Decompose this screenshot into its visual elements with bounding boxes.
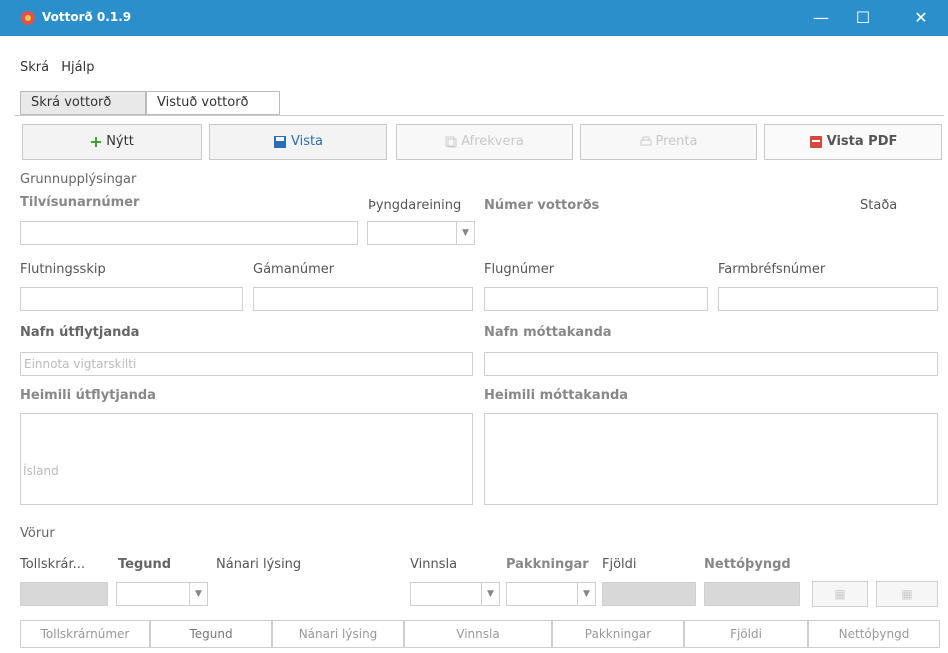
processing-label: Vinnsla bbox=[410, 557, 458, 572]
delete-row-button[interactable]: ▦ bbox=[876, 581, 938, 607]
exporter-address-textarea[interactable]: Ísland bbox=[20, 413, 473, 505]
ship-input[interactable] bbox=[20, 287, 243, 311]
flight-input[interactable] bbox=[484, 287, 708, 311]
menu-file[interactable]: Skrá bbox=[20, 60, 49, 75]
count-input[interactable] bbox=[602, 582, 696, 606]
add-row-button[interactable]: ▦ bbox=[812, 581, 868, 607]
new-button-label: Nýtt bbox=[106, 134, 134, 149]
receiver-address-textarea[interactable] bbox=[484, 413, 938, 505]
packaging-label: Pakkningar bbox=[506, 557, 589, 572]
save-button-label: Vista bbox=[290, 134, 324, 149]
bill-of-lading-input[interactable] bbox=[718, 287, 938, 311]
chevron-down-icon: ▼ bbox=[481, 583, 499, 605]
basic-info-heading: Grunnupplýsingar bbox=[20, 172, 137, 187]
receiver-name-input[interactable] bbox=[484, 352, 938, 376]
copy-button-label: Afrekvera bbox=[461, 134, 524, 149]
chevron-down-icon: ▼ bbox=[456, 222, 474, 244]
plus-icon bbox=[91, 136, 102, 147]
type-label: Tegund bbox=[118, 557, 172, 572]
save-button[interactable]: Vista bbox=[209, 124, 387, 160]
column-header-net-weight[interactable]: Nettóþyngd bbox=[808, 620, 940, 648]
copy-button[interactable]: Afrekvera bbox=[396, 124, 573, 160]
receiver-name-label: Nafn móttakanda bbox=[484, 325, 612, 340]
tab-saved-certificates[interactable]: Vistuð vottorð bbox=[146, 91, 280, 115]
ship-label: Flutningsskip bbox=[20, 262, 106, 277]
print-icon bbox=[640, 136, 651, 145]
container-label: Gámanúmer bbox=[253, 262, 335, 277]
type-select[interactable]: ▼ bbox=[116, 582, 208, 606]
close-button[interactable]: ✕ bbox=[900, 0, 942, 36]
column-header-type[interactable]: Tegund bbox=[150, 620, 272, 648]
reference-number-label: Tilvísunarnúmer bbox=[20, 195, 140, 210]
tariff-input[interactable] bbox=[20, 582, 108, 606]
flight-label: Flugnúmer bbox=[484, 262, 555, 277]
save-icon bbox=[273, 135, 286, 148]
column-header-tariff[interactable]: Tollskrárnúmer bbox=[20, 620, 150, 648]
exporter-name-input[interactable]: Einnota vigtarskilti bbox=[20, 352, 473, 376]
net-weight-input[interactable] bbox=[704, 582, 800, 606]
count-label: Fjöldi bbox=[602, 557, 637, 572]
app-logo-icon bbox=[21, 11, 35, 25]
save-pdf-button[interactable]: Vista PDF bbox=[764, 124, 942, 160]
goods-heading: Vörur bbox=[20, 526, 55, 541]
tab-register-certificate[interactable]: Skrá vottorð bbox=[20, 91, 146, 115]
exporter-name-label: Nafn útflytjanda bbox=[20, 325, 140, 340]
print-button-label: Prenta bbox=[655, 134, 698, 149]
new-button[interactable]: Nýtt bbox=[22, 124, 202, 160]
weight-unit-select[interactable]: ▼ bbox=[367, 221, 475, 245]
menu-help[interactable]: Hjálp bbox=[61, 60, 94, 75]
maximize-button[interactable]: ☐ bbox=[842, 0, 884, 36]
add-row-icon: ▦ bbox=[834, 587, 846, 601]
pdf-icon bbox=[809, 135, 822, 148]
copy-icon bbox=[445, 136, 457, 147]
processing-select[interactable]: ▼ bbox=[410, 582, 500, 606]
chevron-down-icon: ▼ bbox=[189, 583, 207, 605]
weight-unit-label: Þyngdareining bbox=[368, 198, 462, 213]
reference-number-input[interactable] bbox=[20, 221, 358, 245]
container-input[interactable] bbox=[253, 287, 473, 311]
delete-row-icon: ▦ bbox=[901, 587, 913, 601]
receiver-address-label: Heimili móttakanda bbox=[484, 388, 629, 403]
net-weight-label: Nettóþyngd bbox=[704, 557, 791, 572]
column-header-packaging[interactable]: Pakkningar bbox=[552, 620, 684, 648]
column-header-description[interactable]: Nánari lýsing bbox=[272, 620, 404, 648]
bill-of-lading-label: Farmbréfsnúmer bbox=[718, 262, 826, 277]
description-input[interactable] bbox=[216, 582, 402, 606]
packaging-select[interactable]: ▼ bbox=[506, 582, 596, 606]
menu-bar: Skrá Hjálp bbox=[20, 60, 102, 80]
status-label: Staða bbox=[860, 198, 898, 213]
minimize-button[interactable]: — bbox=[800, 0, 842, 36]
column-header-processing[interactable]: Vinnsla bbox=[404, 620, 552, 648]
description-label: Nánari lýsing bbox=[216, 557, 302, 572]
exporter-address-label: Heimili útflytjanda bbox=[20, 388, 156, 403]
print-button[interactable]: Prenta bbox=[580, 124, 757, 160]
window-titlebar: Vottorð 0.1.9 — ☐ ✕ bbox=[0, 0, 948, 36]
window-title: Vottorð 0.1.9 bbox=[42, 10, 132, 24]
column-header-count[interactable]: Fjöldi bbox=[684, 620, 808, 648]
save-pdf-button-label: Vista PDF bbox=[826, 134, 898, 149]
certificate-number-label: Númer vottorðs bbox=[484, 198, 600, 213]
exporter-address-value: Ísland bbox=[23, 464, 59, 478]
tariff-label: Tollskrár... bbox=[20, 557, 86, 572]
chevron-down-icon: ▼ bbox=[577, 583, 595, 605]
